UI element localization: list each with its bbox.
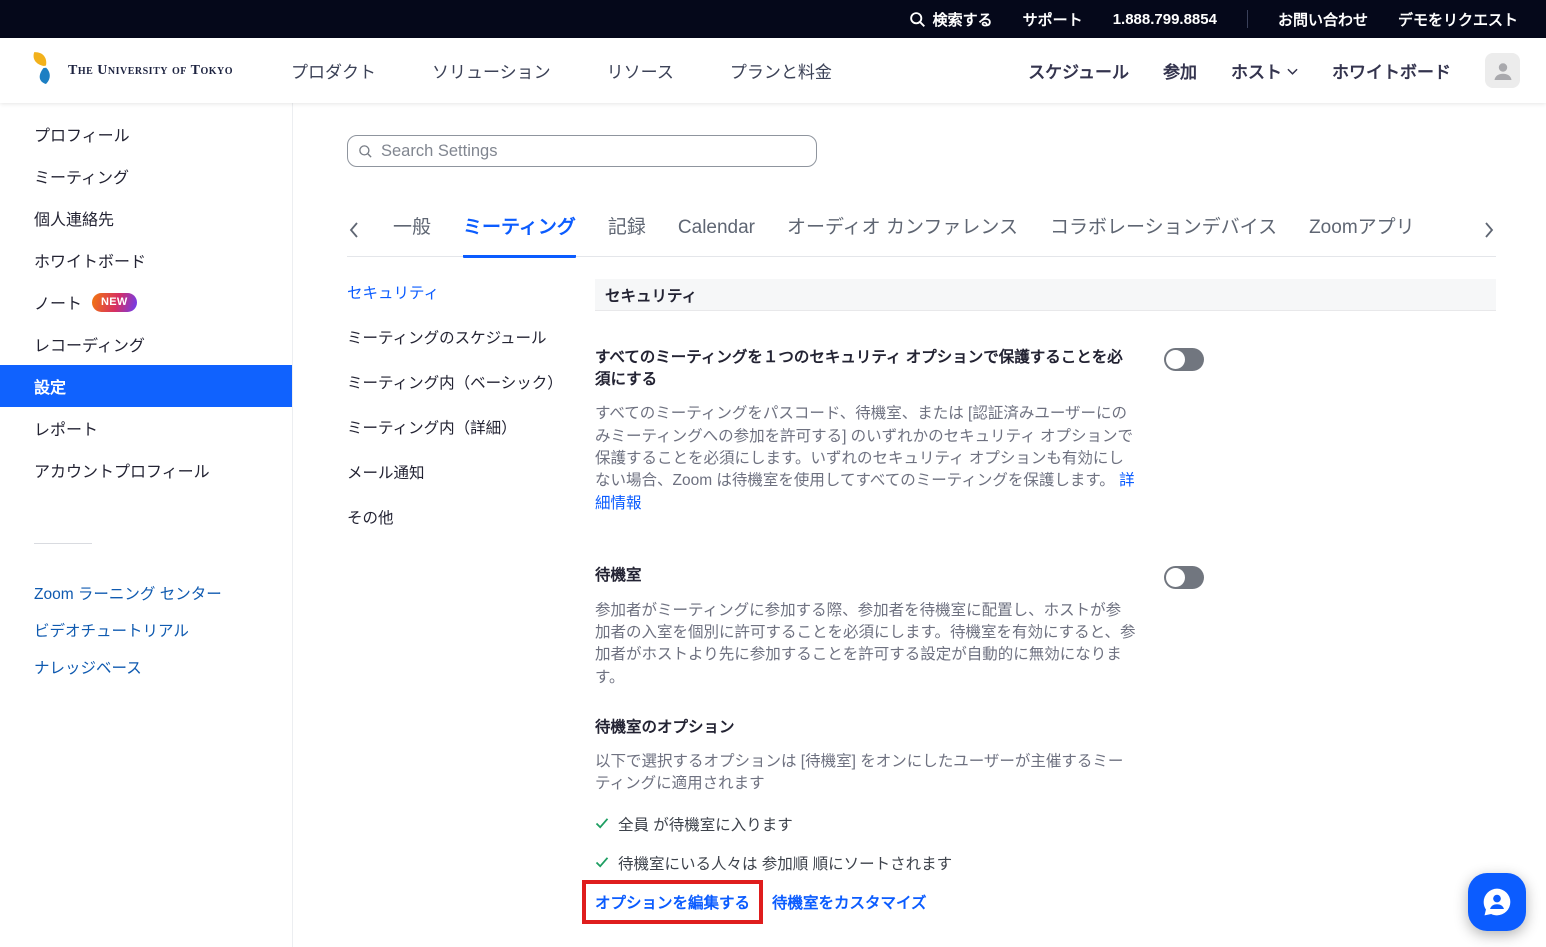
chevron-left-icon[interactable]	[347, 222, 361, 256]
sidebar-item-whiteboard[interactable]: ホワイトボード	[0, 239, 292, 281]
toggle-require-security-option[interactable]	[1164, 348, 1204, 371]
sidebar-item-label: ミーティング	[34, 164, 129, 188]
sidebar-divider	[34, 543, 92, 544]
nav-resources[interactable]: リソース	[607, 58, 674, 83]
topbar-search[interactable]: 検索する	[909, 9, 993, 30]
topbar-phone[interactable]: 1.888.799.8854	[1113, 11, 1217, 28]
sidebar-item-label: ノート	[34, 290, 82, 314]
edit-options-link[interactable]: オプションを編集する	[595, 895, 750, 912]
main-content: 一般 ミーティング 記録 Calendar オーディオ カンファレンス コラボレ…	[293, 103, 1546, 947]
sidebar-item-label: レコーディング	[34, 332, 145, 356]
subnav-security[interactable]: セキュリティ	[347, 281, 595, 303]
waiting-room-rule-sort-order: 待機室にいる人々は 参加順 順にソートされます	[595, 852, 1136, 874]
ginkgo-logo-icon	[30, 50, 60, 91]
tab-recording[interactable]: 記録	[608, 212, 646, 258]
header: The University of Tokyo プロダクト ソリューション リソ…	[0, 38, 1546, 103]
sidebar-item-meetings[interactable]: ミーティング	[0, 155, 292, 197]
avatar[interactable]	[1485, 53, 1520, 88]
setting-title: すべてのミーティングを１つのセキュリティ オプションで保護することを必須にする	[595, 347, 1136, 390]
topbar: 検索する サポート 1.888.799.8854 お問い合わせ デモをリクエスト	[0, 0, 1546, 38]
tab-calendar[interactable]: Calendar	[678, 217, 755, 258]
sidebar-item-reports[interactable]: レポート	[0, 407, 292, 449]
topbar-support[interactable]: サポート	[1023, 9, 1083, 30]
tab-audio-conferencing[interactable]: オーディオ カンファレンス	[787, 212, 1018, 258]
sidebar-item-label: ホワイトボード	[34, 248, 146, 272]
settings-search-input[interactable]	[381, 142, 806, 161]
sidebar: プロフィール ミーティング 個人連絡先 ホワイトボード ノート NEW レコーデ…	[0, 103, 293, 947]
tab-meeting[interactable]: ミーティング	[463, 212, 576, 258]
bullet-text: 待機室にいる人々は 参加順 順にソートされます	[618, 852, 952, 874]
nav-products[interactable]: プロダクト	[291, 58, 376, 83]
waiting-room-links: オプションを編集する 待機室をカスタマイズ	[595, 880, 1136, 924]
check-icon	[595, 816, 609, 830]
sidebar-link-video-tutorials[interactable]: ビデオチュートリアル	[0, 611, 292, 648]
bullet-text: 全員 が待機室に入ります	[618, 813, 793, 835]
tab-zoom-apps[interactable]: Zoomアプリ	[1309, 212, 1415, 258]
sidebar-item-settings[interactable]: 設定	[0, 365, 292, 407]
sidebar-item-notes[interactable]: ノート NEW	[0, 281, 292, 323]
tab-general[interactable]: 一般	[393, 212, 431, 258]
tab-collaboration-devices[interactable]: コラボレーションデバイス	[1050, 212, 1277, 258]
subnav-schedule-meeting[interactable]: ミーティングのスケジュール	[347, 326, 595, 348]
action-host-label: ホスト	[1231, 58, 1282, 83]
sidebar-item-label: 設定	[34, 374, 66, 398]
sidebar-item-label: プロフィール	[34, 122, 130, 146]
waiting-room-options-heading: 待機室のオプション	[595, 715, 1136, 737]
annotation-highlight-box: オプションを編集する	[582, 880, 763, 924]
waiting-room-rule-everyone: 全員 が待機室に入ります	[595, 813, 1136, 835]
sidebar-item-account-profile[interactable]: アカウントプロフィール	[0, 449, 292, 491]
chevron-down-icon	[1287, 64, 1298, 77]
action-join[interactable]: 参加	[1163, 58, 1197, 83]
topbar-request-demo[interactable]: デモをリクエスト	[1398, 9, 1518, 30]
chat-icon	[1480, 885, 1514, 919]
setting-waiting-room: 待機室 参加者がミーティングに参加する際、参加者を待機室に配置し、ホストが参加者…	[595, 565, 1496, 924]
logo-text: The University of Tokyo	[68, 63, 233, 79]
subnav-in-meeting-basic[interactable]: ミーティング内（ベーシック）	[347, 371, 595, 393]
topbar-divider	[1247, 10, 1248, 28]
nav-plans-pricing[interactable]: プランと料金	[730, 58, 832, 83]
setting-description: 参加者がミーティングに参加する際、参加者を待機室に配置し、ホストが参加者の入室を…	[595, 600, 1136, 689]
settings-search[interactable]	[347, 135, 817, 167]
sidebar-item-label: 個人連絡先	[34, 206, 114, 230]
toggle-waiting-room[interactable]	[1164, 566, 1204, 589]
sidebar-item-recordings[interactable]: レコーディング	[0, 323, 292, 365]
setting-description: すべてのミーティングをパスコード、待機室、または [認証済みユーザーにのみミーテ…	[595, 403, 1136, 515]
person-icon	[1491, 59, 1515, 83]
settings-panel: セキュリティ すべてのミーティングを１つのセキュリティ オプションで保護すること…	[595, 279, 1496, 947]
support-chat-button[interactable]	[1468, 873, 1526, 931]
action-whiteboard[interactable]: ホワイトボード	[1332, 58, 1451, 83]
customize-waiting-room-link[interactable]: 待機室をカスタマイズ	[772, 891, 927, 913]
subnav-other[interactable]: その他	[347, 506, 595, 528]
topbar-contact[interactable]: お問い合わせ	[1278, 9, 1368, 30]
settings-tabs: 一般 ミーティング 記録 Calendar オーディオ カンファレンス コラボレ…	[347, 207, 1496, 257]
setting-description-text: すべてのミーティングをパスコード、待機室、または [認証済みユーザーにのみミーテ…	[595, 405, 1133, 489]
setting-title: 待機室	[595, 565, 1136, 587]
settings-subnav: セキュリティ ミーティングのスケジュール ミーティング内（ベーシック） ミーティ…	[347, 279, 595, 947]
action-schedule[interactable]: スケジュール	[1028, 58, 1129, 83]
check-icon	[595, 855, 609, 869]
university-logo[interactable]: The University of Tokyo	[30, 50, 233, 91]
section-header-security: セキュリティ	[595, 279, 1496, 311]
subnav-in-meeting-advanced[interactable]: ミーティング内（詳細）	[347, 416, 595, 438]
sidebar-link-learning-center[interactable]: Zoom ラーニング センター	[0, 574, 292, 611]
nav-solutions[interactable]: ソリューション	[432, 58, 551, 83]
search-icon	[909, 11, 926, 28]
header-actions: スケジュール 参加 ホスト ホワイトボード	[1028, 53, 1520, 88]
action-host[interactable]: ホスト	[1231, 58, 1298, 83]
sidebar-item-profile[interactable]: プロフィール	[0, 113, 292, 155]
waiting-room-options-description: 以下で選択するオプションは [待機室] をオンにしたユーザーが主催するミーティン…	[595, 751, 1136, 796]
main-nav: プロダクト ソリューション リソース プランと料金	[291, 58, 832, 83]
subnav-email-notification[interactable]: メール通知	[347, 461, 595, 483]
new-badge: NEW	[92, 293, 137, 312]
sidebar-item-contacts[interactable]: 個人連絡先	[0, 197, 292, 239]
setting-require-security-option: すべてのミーティングを１つのセキュリティ オプションで保護することを必須にする …	[595, 347, 1496, 515]
search-icon	[358, 144, 373, 159]
sidebar-item-label: アカウントプロフィール	[34, 458, 210, 482]
sidebar-item-label: レポート	[34, 416, 98, 440]
sidebar-link-knowledge-base[interactable]: ナレッジベース	[0, 648, 292, 685]
chevron-right-icon[interactable]	[1482, 222, 1496, 256]
topbar-search-label: 検索する	[933, 9, 993, 30]
